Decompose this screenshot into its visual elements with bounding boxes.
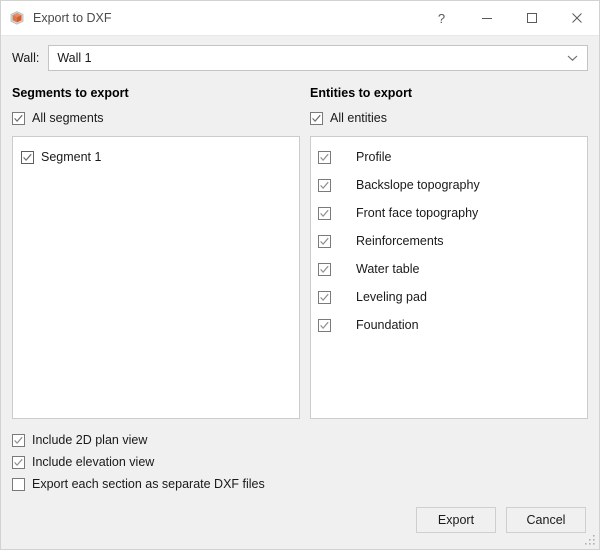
include-2d-plan-view-label: Include 2D plan view: [32, 433, 148, 447]
entity-label: Profile: [356, 150, 392, 164]
entity-checkbox[interactable]: [318, 318, 331, 332]
maximize-icon: [526, 13, 537, 23]
help-icon: ?: [437, 10, 446, 26]
export-separate-files-label: Export each section as separate DXF file…: [32, 477, 265, 491]
list-item[interactable]: Water table: [311, 255, 587, 283]
include-elevation-view-checkbox[interactable]: [12, 455, 25, 469]
list-item[interactable]: Front face topography: [311, 199, 587, 227]
entity-checkbox[interactable]: [318, 234, 331, 248]
all-segments-row[interactable]: All segments: [12, 111, 300, 125]
export-options: Include 2D plan view Include elevation v…: [12, 429, 588, 495]
resize-grip[interactable]: [584, 534, 596, 546]
wall-select-value: Wall 1: [57, 51, 92, 65]
entity-checkbox[interactable]: [318, 178, 331, 192]
title-bar: Export to DXF ?: [1, 1, 599, 36]
include-2d-plan-view-checkbox[interactable]: [12, 433, 25, 447]
close-icon: [571, 13, 582, 23]
option-row-separate-files[interactable]: Export each section as separate DXF file…: [12, 473, 588, 495]
app-cube-icon: [9, 10, 25, 26]
segments-panel: Segments to export All segments Segment …: [12, 86, 300, 419]
segment-label: Segment 1: [41, 150, 102, 164]
cancel-button[interactable]: Cancel: [506, 507, 586, 533]
list-item[interactable]: Reinforcements: [311, 227, 587, 255]
window-controls: ?: [419, 1, 599, 35]
column-gap: [300, 86, 310, 419]
entity-checkbox[interactable]: [318, 150, 331, 164]
entity-checkbox[interactable]: [318, 206, 331, 220]
dialog-footer: Export Cancel: [12, 495, 586, 549]
entity-checkbox[interactable]: [318, 290, 331, 304]
wall-row: Wall: Wall 1: [12, 44, 588, 72]
minimize-icon: [481, 18, 492, 19]
minimize-button[interactable]: [464, 1, 509, 35]
list-item[interactable]: Profile: [311, 143, 587, 171]
wall-label: Wall:: [12, 51, 40, 65]
list-item[interactable]: Segment 1: [13, 143, 299, 171]
entities-panel: Entities to export All entities Profile: [310, 86, 588, 419]
list-item[interactable]: Backslope topography: [311, 171, 587, 199]
list-item[interactable]: Leveling pad: [311, 283, 587, 311]
all-entities-label: All entities: [330, 111, 387, 125]
entity-label: Backslope topography: [356, 178, 480, 192]
list-item[interactable]: Foundation: [311, 311, 587, 339]
entities-listbox[interactable]: Profile Backslope topography Front face …: [310, 136, 588, 419]
export-columns: Segments to export All segments Segment …: [12, 86, 588, 419]
entity-label: Front face topography: [356, 206, 479, 220]
export-separate-files-checkbox[interactable]: [12, 477, 25, 491]
all-entities-row[interactable]: All entities: [310, 111, 588, 125]
entity-label: Leveling pad: [356, 290, 427, 304]
include-elevation-view-label: Include elevation view: [32, 455, 155, 469]
segment-checkbox[interactable]: [21, 150, 34, 164]
chevron-down-icon: [567, 46, 578, 70]
help-button[interactable]: ?: [419, 1, 464, 35]
window-title: Export to DXF: [33, 11, 112, 25]
entity-checkbox[interactable]: [318, 262, 331, 276]
entity-label: Water table: [356, 262, 420, 276]
option-row-2d-plan-view[interactable]: Include 2D plan view: [12, 429, 588, 451]
entity-label: Foundation: [356, 318, 419, 332]
entities-group-title: Entities to export: [310, 86, 413, 100]
export-button[interactable]: Export: [416, 507, 496, 533]
all-segments-label: All segments: [32, 111, 104, 125]
all-entities-checkbox[interactable]: [310, 111, 323, 125]
maximize-button[interactable]: [509, 1, 554, 35]
option-row-elevation-view[interactable]: Include elevation view: [12, 451, 588, 473]
close-button[interactable]: [554, 1, 599, 35]
segments-group-title: Segments to export: [12, 86, 129, 100]
wall-select[interactable]: Wall 1: [48, 45, 588, 71]
segments-listbox[interactable]: Segment 1: [12, 136, 300, 419]
entity-label: Reinforcements: [356, 234, 444, 248]
export-to-dxf-dialog: Export to DXF ? Wall: Wall 1 Segments to…: [0, 0, 600, 550]
all-segments-checkbox[interactable]: [12, 111, 25, 125]
